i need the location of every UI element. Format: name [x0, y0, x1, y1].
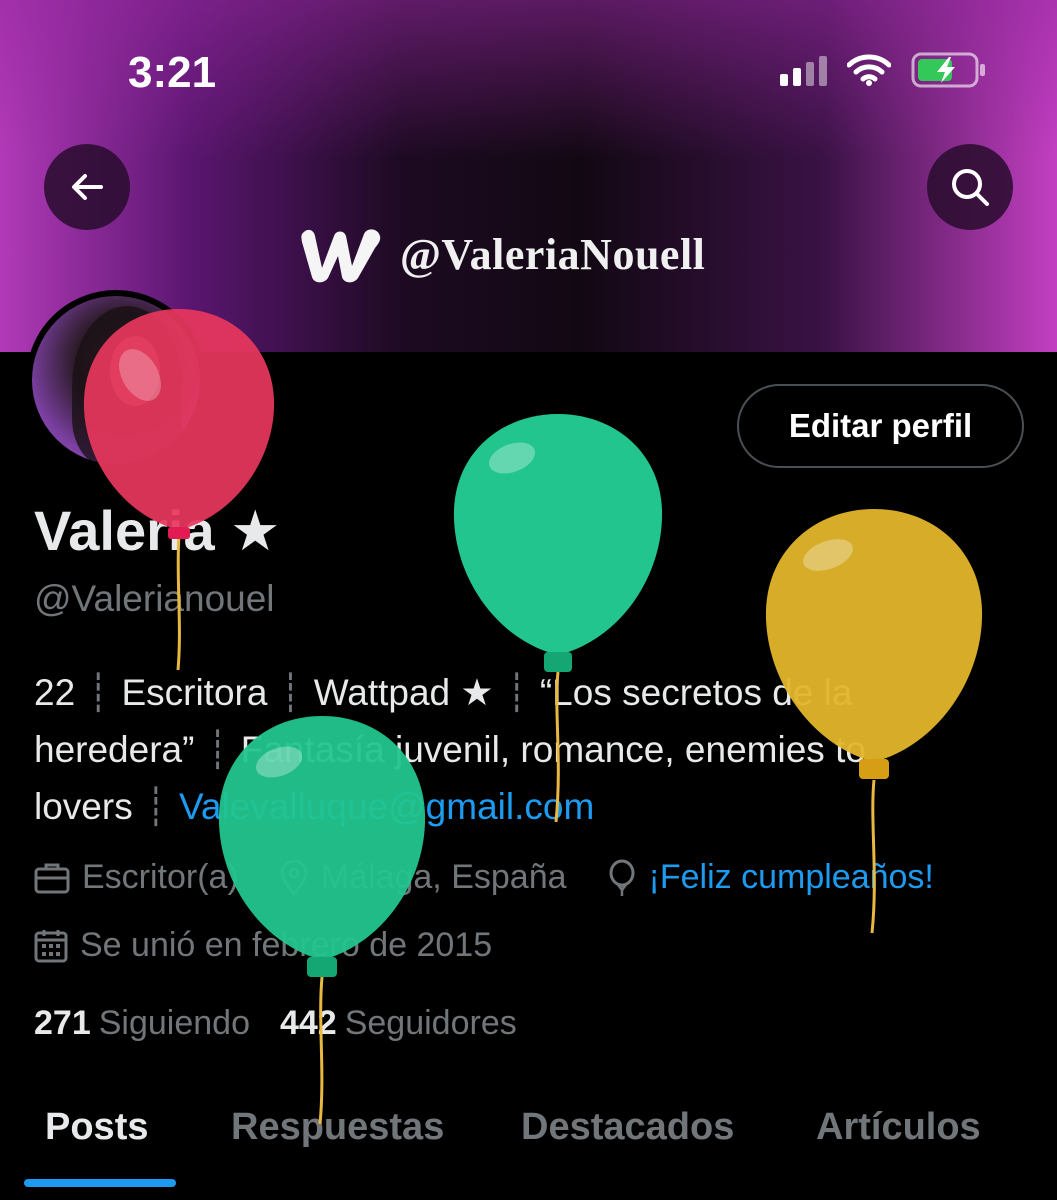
wattpad-logo [301, 229, 381, 283]
banner-brand: @ValeriaNouell [298, 222, 705, 286]
balloon-icon [609, 859, 635, 896]
tab-articulos[interactable]: Artículos [816, 1080, 981, 1149]
search-icon [952, 169, 989, 206]
edit-profile-button[interactable]: Editar perfil [737, 384, 1024, 468]
calendar-icon [34, 929, 68, 962]
bio-separator: ┊ [144, 786, 167, 827]
bio-role: Escritora [121, 672, 268, 713]
balloon-green-center [453, 414, 663, 823]
briefcase-icon [34, 863, 70, 893]
bio-separator: ┊ [279, 672, 302, 713]
balloon-yellow [765, 509, 983, 934]
search-button[interactable] [927, 144, 1013, 230]
status-time: 3:21 [128, 48, 217, 97]
tab-posts[interactable]: Posts [45, 1080, 148, 1149]
active-tab-indicator [24, 1179, 176, 1187]
battery-charging-icon [911, 52, 987, 88]
status-icons [780, 52, 987, 88]
tab-destacados[interactable]: Destacados [521, 1080, 734, 1149]
balloon-green-left [218, 716, 426, 1125]
wifi-icon [847, 54, 891, 86]
back-arrow-icon [72, 174, 103, 200]
balloon-red [83, 309, 275, 671]
signal-icon [780, 54, 827, 86]
bio-separator: ┊ [87, 672, 110, 713]
back-button[interactable] [44, 144, 130, 230]
following-count: 271 [34, 1004, 91, 1042]
banner-handle: @ValeriaNouell [400, 229, 706, 279]
meta-category: Escritor(a) [34, 858, 239, 897]
bio-age: 22 [34, 672, 76, 713]
